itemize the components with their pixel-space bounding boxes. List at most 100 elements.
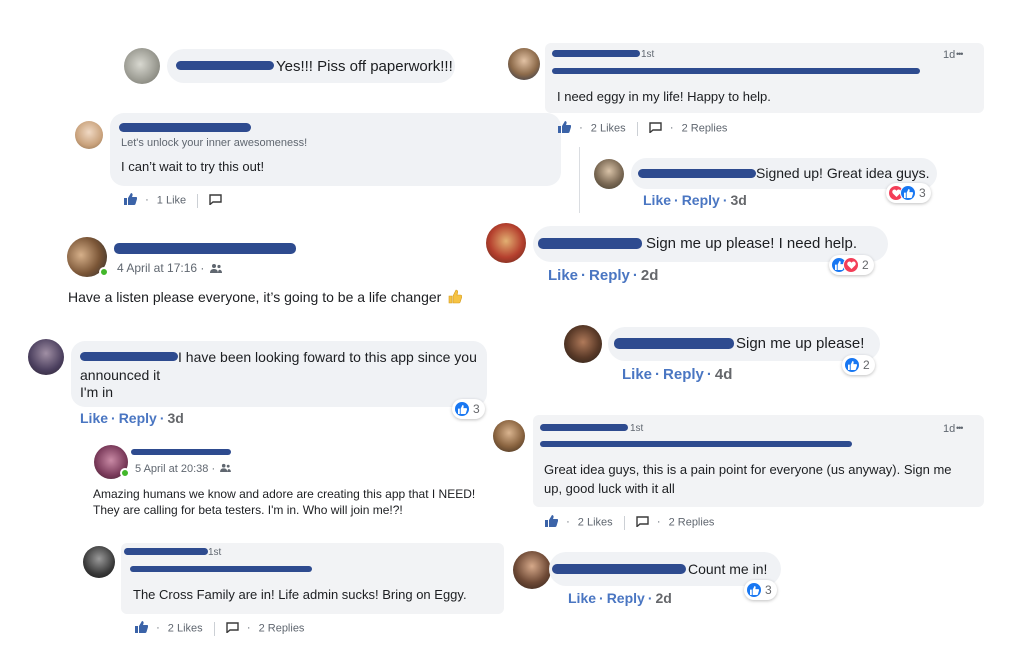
avatar[interactable] — [513, 551, 551, 589]
comment-text: Signed up! Great idea guys. — [756, 165, 930, 181]
like-reaction-icon — [844, 357, 860, 373]
avatar[interactable] — [83, 546, 115, 578]
avatar[interactable] — [508, 48, 540, 80]
comment-meta: · 1 Like — [124, 193, 222, 208]
reply-link[interactable]: Reply — [607, 590, 645, 606]
redacted-name — [131, 449, 231, 455]
comment-text: Count me in! — [688, 561, 768, 577]
redacted-name — [176, 61, 274, 70]
comment-text: Sign me up please! — [736, 335, 865, 352]
comment-text: Sign me up please! I need help. — [646, 235, 857, 252]
comment-text: I can’t wait to try this out! — [121, 159, 265, 174]
thumbs-up-icon[interactable] — [558, 121, 572, 136]
avatar[interactable] — [124, 48, 160, 84]
like-count[interactable]: 1 Like — [157, 194, 186, 206]
redacted-name — [80, 352, 178, 361]
post-text: Have a listen please everyone, it’s goin… — [68, 289, 442, 305]
thumbs-up-icon[interactable] — [545, 515, 559, 530]
comment-text-line2: announced it — [80, 367, 161, 383]
friends-icon — [220, 463, 232, 475]
like-link[interactable]: Like — [80, 410, 108, 426]
friends-icon — [209, 262, 222, 276]
comment-actions: Like · Reply · 3d — [80, 410, 184, 426]
avatar[interactable] — [493, 420, 525, 452]
redacted-name — [124, 548, 208, 555]
like-link[interactable]: Like — [568, 590, 596, 606]
reply-count[interactable]: 2 Replies — [682, 122, 728, 134]
connection-badge: 1st — [208, 547, 222, 558]
avatar[interactable] — [564, 325, 602, 363]
reaction-count-badge[interactable]: 3 — [452, 399, 485, 419]
avatar[interactable] — [75, 121, 103, 149]
comment-actions: Like · Reply · 2d — [548, 267, 659, 284]
comment-time[interactable]: 1d — [943, 423, 955, 435]
comment-text: Yes!!! Piss off paperwork!!! — [276, 58, 453, 75]
post-date[interactable]: 5 April at 20:38 · — [135, 463, 215, 475]
comment-text: The Cross Family are in! Life admin suck… — [133, 587, 467, 602]
comment-icon[interactable] — [209, 193, 222, 208]
like-reaction-icon — [900, 185, 916, 201]
reaction-count-badge[interactable]: 2 — [829, 255, 874, 275]
redacted-name — [614, 338, 734, 349]
heart-reaction-icon — [843, 257, 859, 273]
reply-link[interactable]: Reply — [119, 410, 157, 426]
connection-badge: 1st — [641, 49, 655, 60]
redacted-name — [552, 50, 640, 57]
redacted-name — [552, 564, 686, 574]
like-count[interactable]: 2 Likes — [168, 622, 203, 634]
like-link[interactable]: Like — [622, 366, 652, 383]
thumbs-up-icon[interactable] — [124, 193, 138, 208]
comment-time[interactable]: 2d — [655, 590, 671, 606]
redacted-name — [538, 238, 642, 249]
avatar[interactable] — [594, 159, 624, 189]
comment-time[interactable]: 4d — [715, 366, 733, 383]
comment-time[interactable]: 3d — [167, 410, 183, 426]
comment-actions: Like · Reply · 4d — [622, 366, 733, 383]
like-reaction-icon — [746, 582, 762, 598]
comment-actions: Like · Reply · 2d — [568, 590, 672, 606]
online-indicator — [120, 468, 130, 478]
reply-link[interactable]: Reply — [589, 267, 630, 284]
connection-badge: 1st — [630, 423, 644, 434]
comment-time[interactable]: 1d — [943, 49, 955, 61]
comment-text-line1: I have been looking foward to this app s… — [178, 349, 477, 365]
comment-meta: · 2 Likes · 2 Replies — [545, 515, 714, 530]
redacted-headline — [130, 566, 312, 572]
author-subtitle: Let's unlock your inner awesomeness! — [121, 137, 308, 149]
redacted-headline — [552, 68, 920, 74]
redacted-name — [119, 123, 251, 132]
redacted-name — [638, 169, 756, 178]
comment-icon[interactable] — [649, 121, 662, 136]
reply-count[interactable]: 2 Replies — [669, 516, 715, 528]
reply-link[interactable]: Reply — [682, 192, 720, 208]
avatar[interactable] — [486, 223, 526, 263]
reply-count[interactable]: 2 Replies — [259, 622, 305, 634]
thumbs-up-emoji-icon — [448, 289, 463, 307]
like-link[interactable]: Like — [643, 192, 671, 208]
redacted-name — [540, 424, 628, 431]
comment-time[interactable]: 3d — [730, 192, 746, 208]
more-options-icon[interactable]: ••• — [956, 423, 964, 433]
redacted-name — [114, 243, 296, 254]
comment-text-line3: I'm in — [80, 384, 114, 400]
reaction-count-badge[interactable]: 3 — [886, 183, 931, 203]
like-link[interactable]: Like — [548, 267, 578, 284]
post-date[interactable]: 4 April at 17:16 · — [117, 261, 204, 275]
more-options-icon[interactable]: ••• — [956, 49, 964, 59]
post-text-line1: Amazing humans we know and adore are cre… — [93, 487, 476, 501]
comment-text-line2: up, good luck with it all — [544, 481, 675, 496]
comment-time[interactable]: 2d — [641, 267, 659, 284]
reply-link[interactable]: Reply — [663, 366, 704, 383]
comment-text: I need eggy in my life! Happy to help. — [557, 89, 771, 104]
like-count[interactable]: 2 Likes — [591, 122, 626, 134]
reaction-count-badge[interactable]: 2 — [842, 355, 875, 375]
redacted-headline — [540, 441, 852, 447]
thumbs-up-icon[interactable] — [135, 621, 149, 636]
comment-icon[interactable] — [226, 621, 239, 636]
comment-meta: · 2 Likes · 2 Replies — [135, 621, 304, 636]
comment-icon[interactable] — [636, 515, 649, 530]
post-text-line2: They are calling for beta testers. I'm i… — [93, 503, 403, 517]
reaction-count-badge[interactable]: 3 — [744, 580, 777, 600]
like-count[interactable]: 2 Likes — [578, 516, 613, 528]
avatar[interactable] — [28, 339, 64, 375]
